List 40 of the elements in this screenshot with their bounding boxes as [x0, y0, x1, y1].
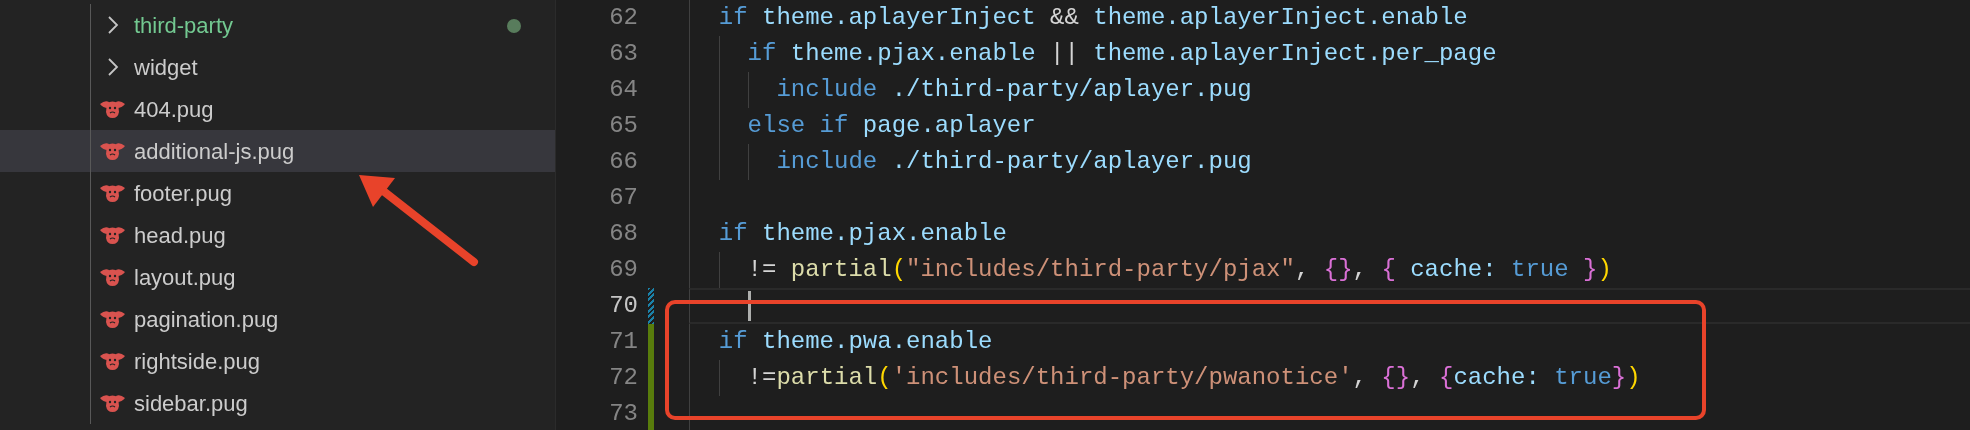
file-tree-item[interactable]: sidebar.pug: [0, 382, 555, 424]
file-tree-item[interactable]: additional-js.pug: [0, 130, 555, 172]
code-line: else if page.aplayer: [746, 111, 1036, 141]
line-number: 72: [608, 363, 638, 393]
file-tree-item[interactable]: third-party: [0, 4, 555, 46]
code-line: include ./third-party/aplayer.pug: [775, 147, 1252, 177]
dog-face-icon: [99, 394, 126, 412]
line-number: 70: [608, 291, 638, 321]
code-line: if theme.pwa.enable: [717, 327, 993, 357]
file-tree-item[interactable]: widget: [0, 46, 555, 88]
line-number: 65: [608, 111, 638, 141]
code-line: if theme.pjax.enable || theme.aplayerInject.per_page: [746, 39, 1497, 69]
dog-face-icon: [99, 142, 126, 160]
dog-face-icon: [99, 352, 126, 370]
code-line: include ./third-party/aplayer.pug: [775, 75, 1252, 105]
line-number: 64: [608, 75, 638, 105]
dog-face-icon: [99, 310, 126, 328]
file-tree-item[interactable]: pagination.pug: [0, 298, 555, 340]
file-tree-item[interactable]: layout.pug: [0, 256, 555, 298]
code-line: if theme.aplayerInject && theme.aplayerInject.enable: [717, 3, 1468, 33]
chevron-icon: [106, 15, 119, 35]
dog-face-icon: [99, 100, 126, 118]
file-tree-item[interactable]: footer.pug: [0, 172, 555, 214]
dog-face-icon: [99, 226, 126, 244]
code-line: !=partial('includes/third-party/pwanotice', {}, {cache: true}): [746, 363, 1641, 393]
dog-face-icon: [99, 268, 126, 286]
file-tree-item[interactable]: rightside.pug: [0, 340, 555, 382]
line-number: 69: [608, 255, 638, 285]
code-line: != partial("includes/third-party/pjax", {}, { cache: true }): [746, 255, 1612, 285]
line-number: 71: [608, 327, 638, 357]
dog-face-icon: [99, 184, 126, 202]
line-number: 73: [608, 399, 638, 429]
line-number: 68: [608, 219, 638, 249]
line-number: 62: [608, 3, 638, 33]
file-tree-item[interactable]: head.pug: [0, 214, 555, 256]
line-number: 63: [608, 39, 638, 69]
chevron-icon: [106, 57, 119, 77]
line-number: 67: [608, 183, 638, 213]
line-number: 66: [608, 147, 638, 177]
code-line: if theme.pjax.enable: [717, 219, 1007, 249]
